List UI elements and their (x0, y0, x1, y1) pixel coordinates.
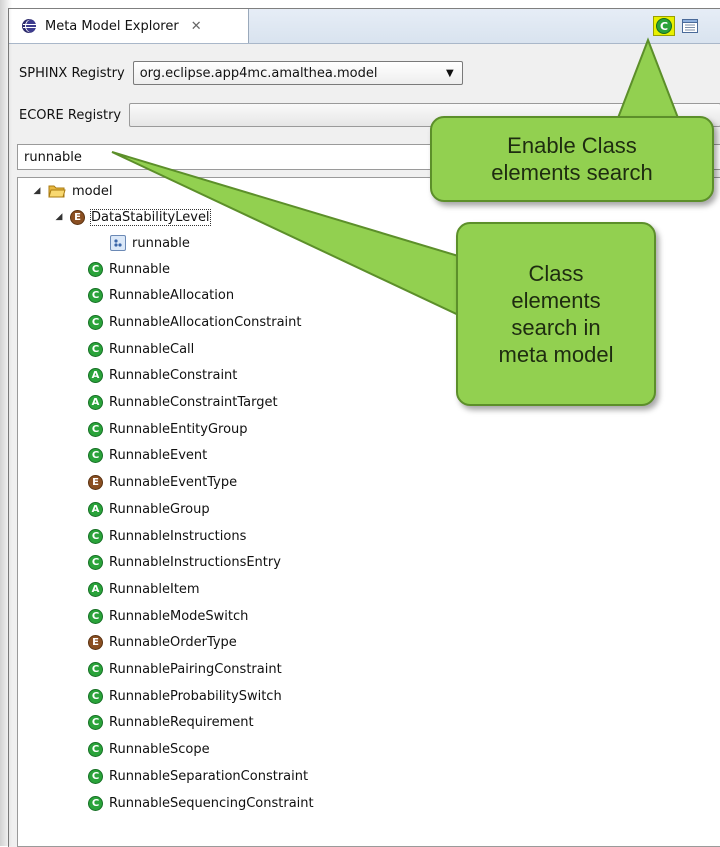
callout-pointer-search (111, 151, 466, 320)
callout-pointer-enable (616, 37, 680, 119)
callout-text: elements search (491, 160, 653, 185)
callout-text: Enable Class (507, 133, 637, 158)
callout-text: Class (528, 261, 584, 286)
callout-text: elements (511, 288, 601, 313)
callout-enable-class-search: Enable Class elements search (430, 116, 714, 202)
callout-class-search: Class elements search in meta model (456, 222, 656, 406)
callout-text: search in (511, 315, 601, 340)
callout-text: meta model (498, 342, 614, 367)
